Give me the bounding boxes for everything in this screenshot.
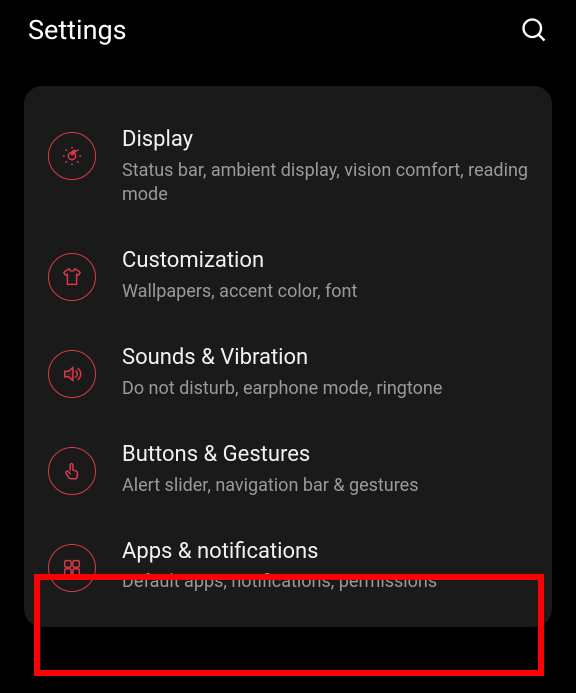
settings-panel: Display Status bar, ambient display, vis… <box>24 86 552 627</box>
settings-item-title: Customization <box>122 247 528 276</box>
settings-item-buttons[interactable]: Buttons & Gestures Alert slider, navigat… <box>24 421 552 518</box>
settings-item-sounds[interactable]: Sounds & Vibration Do not disturb, earph… <box>24 324 552 421</box>
settings-item-title: Buttons & Gestures <box>122 441 528 470</box>
settings-item-subtitle: Alert slider, navigation bar & gestures <box>122 474 528 498</box>
search-icon <box>520 16 548 44</box>
apps-icon <box>48 544 96 592</box>
page-title: Settings <box>28 14 127 46</box>
tshirt-icon <box>48 253 96 301</box>
settings-item-subtitle: Status bar, ambient display, vision comf… <box>122 159 528 208</box>
settings-item-apps[interactable]: Apps & notifications Default apps, notif… <box>24 518 552 615</box>
settings-item-text: Display Status bar, ambient display, vis… <box>122 126 528 207</box>
settings-item-customization[interactable]: Customization Wallpapers, accent color, … <box>24 227 552 324</box>
settings-item-subtitle: Wallpapers, accent color, font <box>122 280 528 304</box>
header: Settings <box>0 0 576 60</box>
settings-item-text: Sounds & Vibration Do not disturb, earph… <box>122 344 528 401</box>
display-icon <box>48 132 96 180</box>
settings-item-title: Apps & notifications <box>122 538 528 567</box>
settings-item-text: Buttons & Gestures Alert slider, navigat… <box>122 441 528 498</box>
settings-item-title: Sounds & Vibration <box>122 344 528 373</box>
settings-item-display[interactable]: Display Status bar, ambient display, vis… <box>24 106 552 227</box>
settings-item-text: Apps & notifications Default apps, notif… <box>122 538 528 595</box>
search-button[interactable] <box>518 14 550 46</box>
sound-icon <box>48 350 96 398</box>
settings-item-subtitle: Do not disturb, earphone mode, ringtone <box>122 377 528 401</box>
settings-item-text: Customization Wallpapers, accent color, … <box>122 247 528 304</box>
gesture-icon <box>48 447 96 495</box>
settings-item-subtitle: Default apps, notifications, permissions <box>122 570 528 594</box>
settings-item-title: Display <box>122 126 528 155</box>
